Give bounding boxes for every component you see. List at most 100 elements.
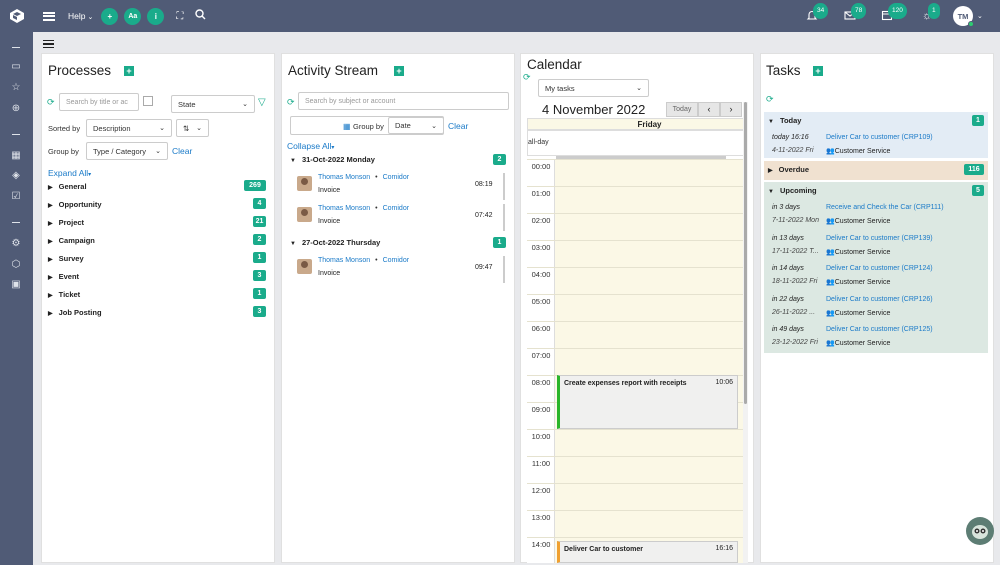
chevron-down-icon: ⌄ xyxy=(155,148,161,155)
task-date: 4-11-2022 Fri xyxy=(772,147,814,154)
process-group[interactable]: ▶ Event xyxy=(48,272,79,281)
today-button[interactable]: Today xyxy=(666,102,698,117)
settings-icon[interactable]: ⚙ xyxy=(10,238,22,250)
hour-label: 14:00 xyxy=(531,540,551,549)
hour-line xyxy=(527,186,744,187)
clear-link[interactable]: Clear xyxy=(448,121,468,131)
assistant-bot-button[interactable] xyxy=(966,517,994,545)
state-select[interactable]: State ⌄ xyxy=(171,95,255,113)
chevron-left-icon: ‹ xyxy=(707,104,711,114)
calendar-event[interactable]: Create expenses report with receipts 10:0… xyxy=(557,375,738,429)
caret-down-icon: ▾ xyxy=(331,145,335,151)
process-group-label: Event xyxy=(58,272,80,281)
folder-icon[interactable]: ▭ xyxy=(10,61,22,73)
task-group-label: Customer Service xyxy=(834,148,891,155)
activity-group-by-select[interactable]: Date ⌄ xyxy=(388,117,444,134)
add-activity-button[interactable]: + xyxy=(394,66,404,76)
fullscreen-icon[interactable]: ⛶ xyxy=(176,11,183,22)
task-title-link[interactable]: Deliver Car to customer (CRP139) xyxy=(826,235,933,242)
refresh-icon[interactable]: ⟳ xyxy=(287,97,295,108)
activity-item-type: Invoice xyxy=(318,218,341,225)
process-group[interactable]: ▶ Job Posting xyxy=(48,308,102,317)
sort-select[interactable]: Description ⌄ xyxy=(86,119,172,137)
layers-icon[interactable]: ◈ xyxy=(10,170,22,182)
activity-title: Activity Stream xyxy=(288,63,379,78)
font-size-button[interactable]: Aa xyxy=(124,7,142,25)
task-title-link[interactable]: Deliver Car to customer (CRP124) xyxy=(826,265,933,272)
app-logo[interactable] xyxy=(9,8,25,24)
task-group: 👥Customer Service xyxy=(826,309,890,317)
activity-day-header[interactable]: ▼ 31-Oct-2022 Monday xyxy=(290,155,375,164)
hour-label: 10:00 xyxy=(531,432,551,441)
hour-label: 03:00 xyxy=(531,243,551,252)
sun-icon[interactable]: ☼ 1 xyxy=(920,3,940,23)
task-title-link[interactable]: Deliver Car to customer (CRP125) xyxy=(826,326,933,333)
activity-day-header[interactable]: ▼ 27-Oct-2022 Thursday xyxy=(290,238,380,247)
process-group[interactable]: ▶ Campaign xyxy=(48,236,95,245)
notifications-bell-icon[interactable]: 34 xyxy=(805,3,829,23)
menu-icon[interactable] xyxy=(43,11,55,21)
process-group-label: General xyxy=(58,182,87,191)
next-button[interactable]: › xyxy=(720,102,742,117)
calendar-icon[interactable]: 120 xyxy=(880,3,907,23)
checklist-icon[interactable]: ☑ xyxy=(10,191,22,203)
task-section-header[interactable]: ▶ Overdue xyxy=(768,165,809,174)
cube-icon[interactable]: ⬡ xyxy=(10,259,22,271)
collapse-all-link[interactable]: Collapse All▾ xyxy=(287,141,334,151)
chevron-down-icon[interactable]: ⌄ xyxy=(977,12,983,20)
process-search-input[interactable]: Search by title or ac xyxy=(59,93,139,111)
event-time: 16:16 xyxy=(715,545,733,552)
task-title-link[interactable]: Deliver Car to customer (CRP109) xyxy=(826,134,933,141)
process-group[interactable]: ▶ General xyxy=(48,182,87,191)
task-title-link[interactable]: Deliver Car to customer (CRP126) xyxy=(826,296,933,303)
add-task-button[interactable]: + xyxy=(813,66,823,76)
activity-item-person[interactable]: Thomas Monson • Comidor xyxy=(318,257,409,264)
processes-title: Processes xyxy=(48,63,112,78)
task-group-label: Customer Service xyxy=(834,218,891,225)
process-group[interactable]: ▶ Project xyxy=(48,218,84,227)
task-section-header[interactable]: ▼ Upcoming xyxy=(768,186,817,195)
sort-direction-select[interactable]: ⇅ ⌄ xyxy=(176,119,209,137)
task-when: in 49 days xyxy=(772,326,804,333)
group-by-select[interactable]: Type / Category ⌄ xyxy=(86,142,168,160)
calendar-filter-select[interactable]: My tasks ⌄ xyxy=(538,79,649,97)
info-button[interactable]: i xyxy=(147,7,165,25)
grid-icon[interactable]: ▦ xyxy=(10,150,22,162)
search-icon[interactable] xyxy=(195,9,206,23)
process-group[interactable]: ▶ Survey xyxy=(48,254,84,263)
calendar-scroll-thumb[interactable] xyxy=(744,102,747,404)
add-process-button[interactable]: + xyxy=(124,66,134,76)
dashboard-menu-icon[interactable] xyxy=(43,40,54,48)
activity-item-person[interactable]: Thomas Monson • Comidor xyxy=(318,205,409,212)
refresh-icon[interactable]: ⟳ xyxy=(523,72,531,83)
process-group[interactable]: ▶ Ticket xyxy=(48,290,80,299)
briefcase-icon[interactable]: ▣ xyxy=(10,279,22,291)
prev-button[interactable]: ‹ xyxy=(698,102,720,117)
task-section-header[interactable]: ▼ Today xyxy=(768,116,801,125)
activity-item-person[interactable]: Thomas Monson • Comidor xyxy=(318,174,409,181)
avatar[interactable]: TM xyxy=(953,6,974,27)
messages-icon[interactable]: 78 xyxy=(843,3,867,23)
process-group[interactable]: ▶ Opportunity xyxy=(48,200,102,209)
expand-all-label: Expand All xyxy=(48,168,89,178)
separator: • xyxy=(375,174,378,181)
calendar-event[interactable]: Deliver Car to customer 16:16 xyxy=(557,541,738,563)
task-title-link[interactable]: Receive and Check the Car (CRP111) xyxy=(826,204,944,211)
refresh-icon[interactable]: ⟳ xyxy=(766,94,774,105)
help-menu[interactable]: Help ⌄ xyxy=(68,11,93,21)
caret-right-icon: ▶ xyxy=(48,221,53,227)
group-users-icon: 👥 xyxy=(826,248,835,256)
expand-all-link[interactable]: Expand All▾ xyxy=(48,168,91,178)
funnel-icon[interactable]: ▽ xyxy=(258,97,266,108)
task-group-label: Customer Service xyxy=(834,248,891,256)
clear-link[interactable]: Clear xyxy=(172,146,192,156)
process-group-count: 2 xyxy=(253,234,266,245)
process-group-count: 1 xyxy=(253,252,266,263)
task-section-label: Upcoming xyxy=(779,186,817,195)
add-circle-icon[interactable]: ⊕ xyxy=(10,103,22,115)
add-button[interactable]: + xyxy=(101,7,119,25)
star-icon[interactable]: ☆ xyxy=(10,82,22,94)
refresh-icon[interactable]: ⟳ xyxy=(47,97,55,108)
activity-search-input[interactable]: Search by subject or account xyxy=(298,92,509,110)
filter-checkbox[interactable] xyxy=(143,96,153,106)
